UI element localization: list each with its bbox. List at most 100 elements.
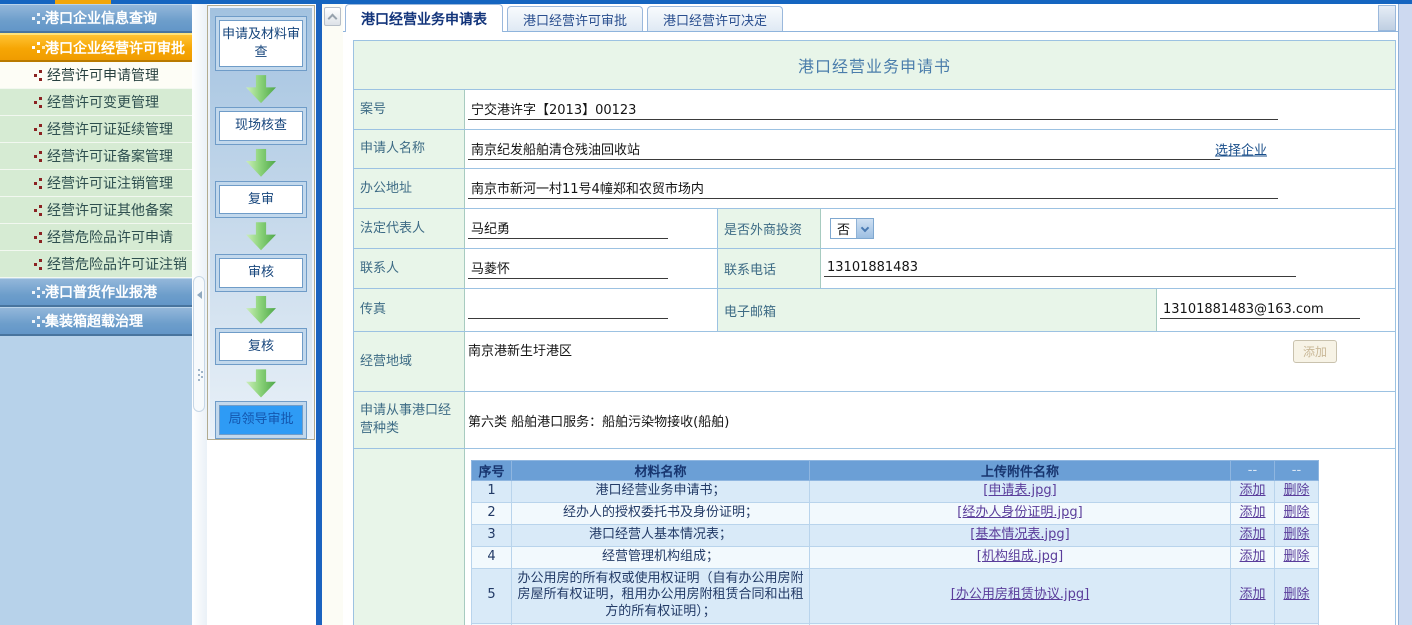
- form-title: 港口经营业务申请书: [798, 53, 951, 77]
- legal-rep-label: 法定代表人: [354, 209, 465, 248]
- add-link[interactable]: 添加: [1239, 527, 1265, 542]
- sidebar-item-label: 港口企业信息查询: [45, 8, 157, 28]
- email-field[interactable]: 13101881483@163.com: [1160, 302, 1360, 319]
- sidebar-subitem-dangerous-goods-apply[interactable]: 经营危险品许可申请: [0, 224, 192, 251]
- workflow-step-re-review[interactable]: 复审: [215, 181, 307, 219]
- tab-label: 港口经营业务申请表: [361, 9, 487, 29]
- tab-business-application-form[interactable]: 港口经营业务申请表: [345, 4, 503, 32]
- add-link[interactable]: 添加: [1239, 483, 1265, 498]
- attachment-file-link[interactable]: [申请表.jpg]: [983, 483, 1056, 498]
- tab-bar: 港口经营业务申请表 港口经营许可审批 港口经营许可决定: [343, 4, 1398, 32]
- menu-arrow-icon: [32, 291, 35, 294]
- down-arrow-icon: [246, 149, 276, 177]
- sidebar-subitem-license-renew-mgmt[interactable]: 经营许可证延续管理: [0, 116, 192, 143]
- submenu-item-label: 经营许可证其他备案: [47, 200, 173, 220]
- tab-label: 港口经营许可决定: [663, 10, 767, 29]
- dropdown-button[interactable]: [856, 219, 873, 238]
- sidebar-item-license-approval[interactable]: 港口企业经营许可审批: [0, 33, 192, 62]
- sidebar-nav: 港口企业信息查询 港口企业经营许可审批 经营许可申请管理 经营许可变更管理 经营…: [0, 4, 192, 625]
- down-arrow-icon: [246, 296, 276, 324]
- delete-link[interactable]: 删除: [1283, 587, 1309, 602]
- submenu-item-label: 经营许可证备案管理: [47, 146, 173, 166]
- table-row: 2 经办人的授权委托书及身份证明； [经办人身份证明.jpg] 添加 删除: [472, 502, 1319, 524]
- workflow-panel: 申请及材料审查 现场核查 复审 审核 复核 局领导审批: [207, 5, 315, 440]
- main-scrollbar[interactable]: [322, 4, 343, 625]
- col-header-delete: --: [1275, 461, 1319, 481]
- chevron-down-icon: [861, 223, 869, 231]
- business-category-value: 第六类 船舶港口服务：船舶污染物接收(船舶): [468, 411, 729, 430]
- row-index: 5: [472, 568, 512, 624]
- fax-label: 传真: [354, 289, 465, 331]
- contact-phone-field[interactable]: 13101881483: [824, 260, 1296, 277]
- attachments-header-row: 序号 材料名称 上传附件名称 -- --: [472, 461, 1319, 481]
- workflow-step-recheck[interactable]: 复核: [215, 328, 307, 366]
- sidebar-item-container-overload[interactable]: 集装箱超载治理: [0, 307, 192, 336]
- submenu-arrow-icon: [34, 236, 37, 239]
- tab-license-approval[interactable]: 港口经营许可审批: [507, 6, 643, 31]
- office-address-label: 办公地址: [354, 169, 465, 208]
- foreign-invest-select[interactable]: 否: [830, 218, 874, 239]
- foreign-invest-label: 是否外商投资: [717, 209, 821, 248]
- region-add-button[interactable]: 添加: [1293, 340, 1337, 363]
- splitter-handle[interactable]: [193, 276, 205, 412]
- down-arrow-icon: [246, 369, 276, 397]
- business-region-value: 南京港新生圩港区: [468, 340, 572, 359]
- contact-person-field[interactable]: 马菱怀: [468, 258, 668, 279]
- office-address-field[interactable]: 南京市新河一村11号4幢郑和农贸市场内: [468, 178, 1278, 199]
- workflow-step-application-review[interactable]: 申请及材料审查: [215, 16, 307, 71]
- material-name: 办公用房的所有权或使用权证明（自有办公用房附房屋所有权证明，租用办公用房附租赁合…: [512, 568, 810, 624]
- sidebar-item-port-info-query[interactable]: 港口企业信息查询: [0, 4, 192, 33]
- workflow-step-label: 现场核查: [219, 111, 303, 141]
- attachment-file-link[interactable]: [基本情况表.jpg]: [970, 527, 1069, 542]
- select-company-link[interactable]: 选择企业: [1215, 140, 1267, 159]
- table-row: 3 港口经营人基本情况表； [基本情况表.jpg] 添加 删除: [472, 524, 1319, 546]
- attachment-file-link[interactable]: [办公用房租赁协议.jpg]: [951, 587, 1089, 602]
- submenu-item-label: 经营许可变更管理: [47, 92, 159, 112]
- delete-link[interactable]: 删除: [1283, 549, 1309, 564]
- table-row: 4 经营管理机构组成； [机构组成.jpg] 添加 删除: [472, 546, 1319, 568]
- sidebar-item-general-cargo-report[interactable]: 港口普货作业报港: [0, 278, 192, 307]
- email-label: 电子邮箱: [717, 289, 1157, 331]
- applicant-name-field[interactable]: 南京纪发船舶清仓残油回收站: [468, 139, 1220, 160]
- delete-link[interactable]: 删除: [1283, 483, 1309, 498]
- delete-link[interactable]: 删除: [1283, 527, 1309, 542]
- workflow-step-leader-approval[interactable]: 局领导审批: [215, 401, 307, 439]
- tab-label: 港口经营许可审批: [523, 10, 627, 29]
- sidebar-subitem-license-other-record[interactable]: 经营许可证其他备案: [0, 197, 192, 224]
- sidebar-subitem-license-record-mgmt[interactable]: 经营许可证备案管理: [0, 143, 192, 170]
- submenu-arrow-icon: [34, 182, 37, 185]
- right-scrollbar[interactable]: [1398, 4, 1412, 625]
- case-no-field[interactable]: 宁交港许字【2013】00123: [468, 99, 1278, 120]
- submenu-arrow-icon: [34, 209, 37, 212]
- workflow-step-audit[interactable]: 审核: [215, 254, 307, 292]
- delete-link[interactable]: 删除: [1283, 505, 1309, 520]
- workflow-step-site-check[interactable]: 现场核查: [215, 107, 307, 145]
- scroll-up-button[interactable]: [324, 7, 341, 26]
- tabstrip-end-cap: [1378, 5, 1396, 31]
- business-region-label: 经营地域: [354, 332, 465, 391]
- sidebar-subitem-license-change-mgmt[interactable]: 经营许可变更管理: [0, 89, 192, 116]
- main-panel: 港口经营业务申请表 港口经营许可审批 港口经营许可决定 港口经营业务申请书 案号…: [343, 4, 1398, 625]
- attachment-file-link[interactable]: [经办人身份证明.jpg]: [957, 505, 1082, 520]
- submenu-item-label: 经营许可申请管理: [47, 65, 159, 85]
- menu-arrow-icon: [32, 320, 35, 323]
- sidebar-subitem-license-apply-mgmt[interactable]: 经营许可申请管理: [0, 62, 192, 89]
- sidebar-splitter[interactable]: [192, 4, 207, 625]
- down-arrow-icon: [246, 222, 276, 250]
- add-link[interactable]: 添加: [1239, 549, 1265, 564]
- table-row: 5 办公用房的所有权或使用权证明（自有办公用房附房屋所有权证明，租用办公用房附租…: [472, 568, 1319, 624]
- submenu-item-label: 经营危险品许可证注销: [47, 254, 187, 274]
- add-link[interactable]: 添加: [1239, 505, 1265, 520]
- tab-license-decision[interactable]: 港口经营许可决定: [647, 6, 783, 31]
- fax-field[interactable]: [468, 302, 668, 319]
- sidebar-subitem-dangerous-goods-cancel[interactable]: 经营危险品许可证注销: [0, 251, 192, 278]
- table-row: 1 港口经营业务申请书； [申请表.jpg] 添加 删除: [472, 481, 1319, 503]
- menu-arrow-icon: [32, 17, 35, 20]
- col-header-add: --: [1231, 461, 1275, 481]
- workflow-step-label: 审核: [219, 258, 303, 288]
- row-index: 2: [472, 502, 512, 524]
- add-link[interactable]: 添加: [1239, 587, 1265, 602]
- legal-rep-field[interactable]: 马纪勇: [468, 218, 668, 239]
- sidebar-subitem-license-cancel-mgmt[interactable]: 经营许可证注销管理: [0, 170, 192, 197]
- attachment-file-link[interactable]: [机构组成.jpg]: [977, 549, 1063, 564]
